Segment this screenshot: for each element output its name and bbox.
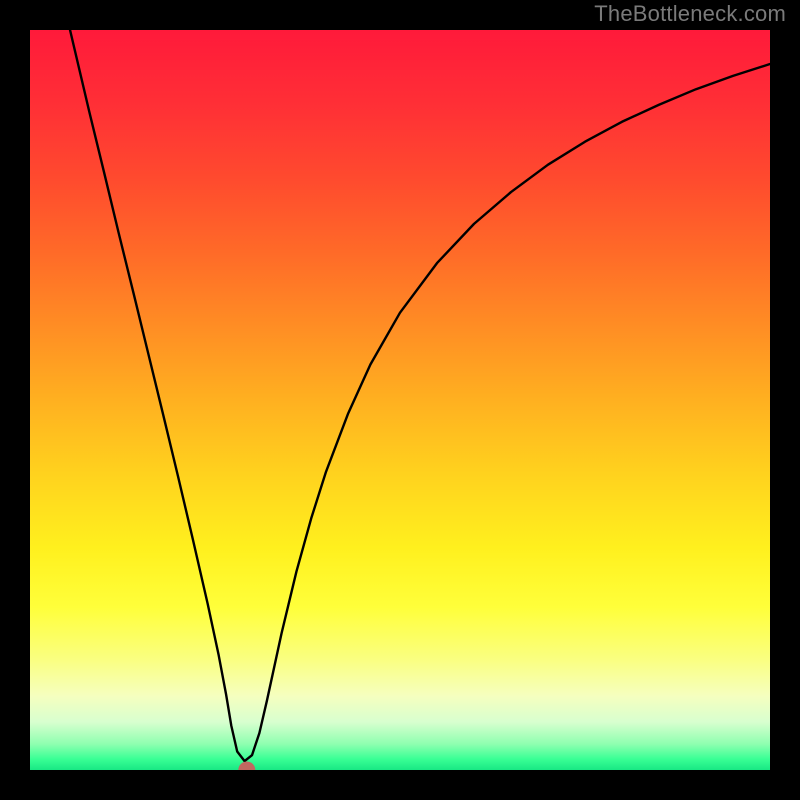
gradient-background [30, 30, 770, 770]
chart-frame: TheBottleneck.com [0, 0, 800, 800]
plot-area [30, 30, 770, 770]
chart-svg [30, 30, 770, 770]
watermark-text: TheBottleneck.com [594, 1, 786, 27]
